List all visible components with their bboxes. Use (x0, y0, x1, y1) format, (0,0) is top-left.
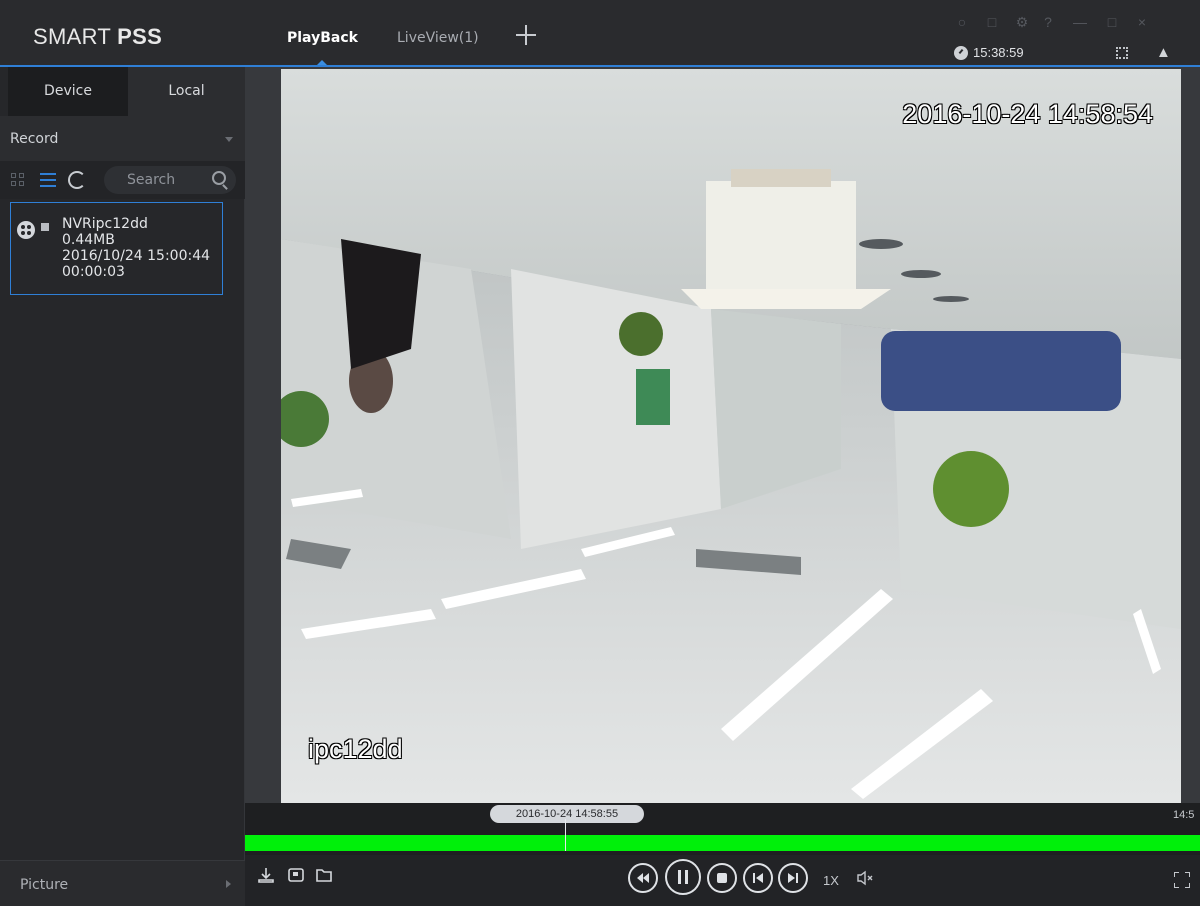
list-view-icon[interactable] (40, 173, 56, 187)
film-reel-icon (17, 221, 35, 239)
playback-timeline[interactable]: 2016-10-24 14:58:55 14:5 (245, 803, 1200, 855)
picture-section[interactable]: Picture (0, 860, 245, 906)
record-type-icon (41, 223, 49, 231)
system-time: 15:38:59 (973, 45, 1024, 60)
sidebar: Device Local Record Search NVRipc12dd 0.… (0, 67, 245, 906)
camera-image (281, 69, 1181, 803)
rewind-icon[interactable] (628, 863, 658, 893)
tab-local[interactable]: Local (128, 67, 245, 116)
video-panel: 2016-10-24 14:58:54 ipc12dd (245, 67, 1200, 803)
folder-icon[interactable] (315, 866, 333, 884)
record-datetime: 2016/10/24 15:00:44 (62, 248, 211, 264)
title-bar: SMART PSS PlayBack LiveView(1) ○ □ ⚙ ? —… (0, 0, 1200, 67)
timeline-end-label: 14:5 (1173, 809, 1195, 821)
current-time-bubble: 2016-10-24 14:58:55 (490, 805, 644, 823)
previous-frame-icon[interactable] (743, 863, 773, 893)
tab-playback[interactable]: PlayBack (287, 30, 358, 46)
osd-timestamp: 2016-10-24 14:58:54 (902, 99, 1153, 129)
tab-device[interactable]: Device (8, 67, 128, 116)
minimize-icon[interactable]: — (1072, 14, 1088, 30)
video-frame[interactable]: 2016-10-24 14:58:54 ipc12dd (281, 69, 1181, 803)
osd-channel-name: ipc12dd (308, 734, 403, 764)
record-details: NVRipc12dd 0.44MB 2016/10/24 15:00:44 00… (62, 216, 210, 280)
stop-icon[interactable] (707, 863, 737, 893)
lock-icon[interactable]: □ (984, 14, 1000, 30)
pause-icon[interactable] (665, 859, 701, 895)
smart-pss-window: SMART PSS PlayBack LiveView(1) ○ □ ⚙ ? —… (0, 0, 1200, 906)
download-icon[interactable] (257, 866, 275, 884)
logo-bold-text: PSS (117, 24, 163, 49)
playback-controls: 1X (245, 855, 1200, 906)
record-name: NVRipc12dd (62, 216, 148, 232)
snapshot-icon[interactable] (287, 866, 305, 884)
tab-liveview[interactable]: LiveView(1) (397, 30, 479, 46)
fullscreen-icon[interactable] (1174, 872, 1190, 888)
close-icon[interactable]: × (1134, 14, 1150, 30)
mute-icon[interactable] (856, 870, 874, 891)
help-icon[interactable]: ? (1040, 14, 1056, 30)
record-list-item[interactable]: NVRipc12dd 0.44MB 2016/10/24 15:00:44 00… (10, 202, 223, 295)
picture-label: Picture (20, 877, 69, 893)
logo-regular-text: SMART (33, 24, 118, 49)
search-input[interactable]: Search (104, 166, 236, 194)
app-logo: SMART PSS (33, 24, 162, 50)
playhead-marker[interactable] (565, 819, 566, 851)
record-duration: 00:00:03 (62, 264, 125, 280)
record-size: 0.44MB (62, 232, 115, 248)
sidebar-tabs: Device Local (0, 67, 245, 116)
recording-bar[interactable] (245, 835, 1200, 851)
playback-speed[interactable]: 1X (823, 873, 839, 888)
chevron-right-icon (226, 880, 231, 888)
record-type-select[interactable]: Record (0, 116, 245, 161)
next-frame-icon[interactable] (778, 863, 808, 893)
refresh-icon[interactable] (68, 171, 86, 189)
gear-icon[interactable]: ⚙ (1014, 14, 1030, 30)
cpu-icon[interactable] (1116, 47, 1128, 59)
grid-view-icon[interactable] (11, 173, 25, 187)
clock-icon (954, 46, 968, 60)
bell-icon[interactable]: ▲ (1156, 44, 1171, 61)
chevron-down-icon (225, 137, 233, 142)
record-select-value: Record (10, 131, 59, 147)
maximize-icon[interactable]: □ (1104, 14, 1120, 30)
add-tab-icon[interactable] (515, 24, 537, 46)
search-placeholder: Search (127, 172, 176, 188)
user-icon[interactable]: ○ (954, 14, 970, 30)
search-icon[interactable] (212, 171, 226, 185)
sidebar-toolbar: Search (0, 161, 245, 199)
